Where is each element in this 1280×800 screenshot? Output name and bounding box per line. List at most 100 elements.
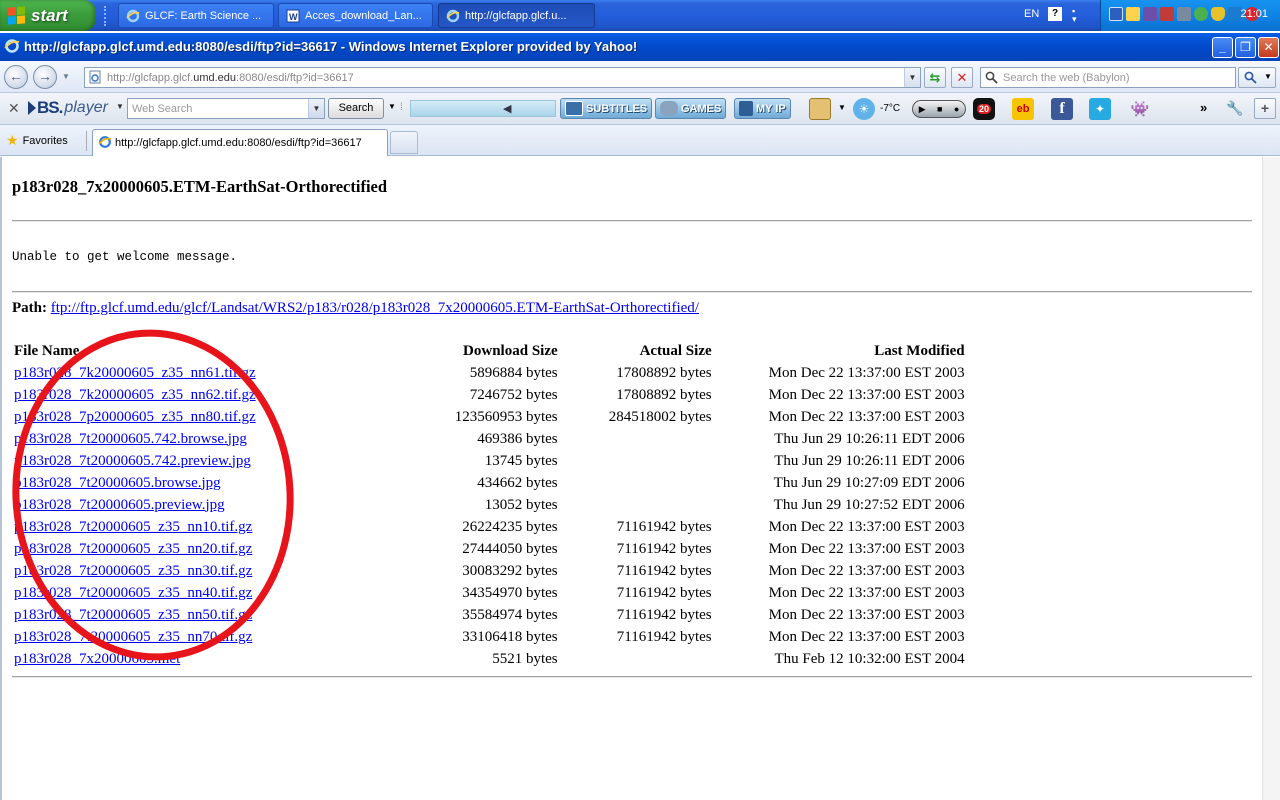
address-url: http://glcfapp.glcf.umd.edu:8080/esdi/ft… [107,72,354,84]
tray-app-icon[interactable] [1160,7,1174,21]
tray-app-icon[interactable] [1177,7,1191,21]
tray-app-icon[interactable] [1143,7,1157,21]
media-controls[interactable]: ▶ ■ ● [912,100,966,118]
window-titlebar: http://glcfapp.glcf.umd.edu:8080/esdi/ft… [0,33,1280,61]
close-button[interactable]: ✕ [1258,37,1279,58]
subtitles-button[interactable]: SUBTITLES [560,98,653,119]
file-link[interactable]: p183r028_7t20000605_z35_nn50.tif.gz [14,607,252,623]
gamepad-icon [660,101,678,116]
address-field[interactable]: http://glcfapp.glcf.umd.edu:8080/esdi/ft… [84,67,921,88]
forward-button[interactable]: → [33,65,57,89]
security-warning-icon[interactable] [1126,7,1140,21]
actual-size-cell: 71161942 bytes [616,518,712,535]
column-header-download-size: Download Size [463,342,558,359]
actual-size-cell: 71161942 bytes [616,540,712,557]
back-button[interactable]: ← [4,65,28,89]
language-indicator[interactable]: EN [1024,8,1039,20]
chevron-down-icon[interactable]: ▼ [116,102,124,111]
notifications-icon[interactable]: 20 [973,98,995,120]
start-label: start [31,5,68,25]
record-icon[interactable]: ● [954,104,959,114]
chevron-down-icon[interactable]: ▼ [388,102,396,111]
download-size-cell: 13052 bytes [484,496,558,513]
web-search-input[interactable]: Search the web (Babylon) [980,67,1236,88]
file-link[interactable]: p183r028_7t20000605.742.browse.jpg [14,431,247,447]
chevron-down-icon: ▼ [1264,72,1272,81]
stop-icon[interactable]: ■ [937,104,942,114]
start-button[interactable]: start [0,0,96,31]
browser-tab-active[interactable]: http://glcfapp.glcf.umd.edu:8080/esdi/ft… [92,129,388,156]
taskbar-task-glcf[interactable]: GLCF: Earth Science ... [118,3,274,28]
page-content: p183r028_7x20000605.ETM-EarthSat-Orthore… [0,157,1262,800]
download-size-cell: 5521 bytes [492,650,558,667]
facebook-icon[interactable]: f [1051,98,1073,120]
path-link[interactable]: ftp://ftp.glcf.umd.edu/glcf/Landsat/WRS2… [51,300,699,316]
actual-size-cell: 284518002 bytes [608,408,712,425]
vertical-scrollbar[interactable] [1262,157,1280,800]
search-go-button[interactable]: ▼ [1238,67,1276,88]
games-button[interactable]: GAMES [655,98,727,119]
last-modified-cell: Mon Dec 22 13:37:00 EST 2003 [768,606,965,623]
file-link[interactable]: p183r028_7t20000605_z35_nn20.tif.gz [14,541,252,557]
space-invader-icon[interactable]: 👾 [1129,98,1151,120]
file-link[interactable]: p183r028_7k20000605_z35_nn61.tif.gz [14,365,256,381]
weather-icon[interactable]: ☀ [853,98,875,120]
actual-size-cell: 71161942 bytes [616,606,712,623]
stop-button[interactable]: ✕ [951,67,973,88]
file-link[interactable]: p183r028_7t20000605_z35_nn30.tif.gz [14,563,252,579]
more-tools-chevron-icon[interactable]: » [1200,100,1207,115]
file-link[interactable]: p183r028_7t20000605_z35_nn70.tif.gz [14,629,252,645]
bsplayer-logo[interactable]: BS. player [28,97,108,119]
language-bar-options-icon[interactable]: ▪ ▾ [1072,7,1077,24]
subtitles-label: SUBTITLES [586,102,648,115]
download-size-cell: 35584974 bytes [462,606,558,623]
download-size-cell: 5896884 bytes [469,364,558,381]
taskbar-task-ie-active[interactable]: http://glcfapp.glcf.u... [438,3,595,28]
ebay-icon[interactable]: eb [1012,98,1034,120]
close-toolbar-icon[interactable]: ✕ [8,100,20,117]
media-player-bar[interactable]: ◀ [410,100,556,117]
toolbar-search-dropdown[interactable]: ▼ [308,99,324,118]
toolbar-search-input[interactable]: Web Search ▼ [127,98,325,119]
toolbar-search-button[interactable]: Search [328,98,384,119]
address-dropdown[interactable]: ▼ [904,68,920,87]
new-tab-button[interactable] [390,131,418,154]
file-link[interactable]: p183r028_7t20000605_z35_nn40.tif.gz [14,585,252,601]
minimize-button[interactable]: _ [1212,37,1233,58]
recent-pages-dropdown[interactable]: ▼ [62,72,70,81]
clock[interactable]: 21:01 [1240,8,1268,20]
column-header-actual-size: Actual Size [639,342,712,359]
table-row: p183r028_7t20000605.742.preview.jpg 13745… [12,450,965,472]
taskbar-task-word[interactable]: W Acces_download_Lan... [278,3,433,28]
wrench-icon[interactable]: 🔧 [1226,100,1243,117]
my-ip-label: MY IP [756,102,786,115]
tab-title: http://glcfapp.glcf.umd.edu:8080/esdi/ft… [115,137,362,149]
ie-icon [98,135,112,152]
file-link[interactable]: p183r028_7x20000605.met [14,651,180,667]
file-name-cell: p183r028_7t20000605_z35_nn30.tif.gz [12,560,256,582]
column-header-file-name: File Name [14,342,80,359]
last-modified-cell: Mon Dec 22 13:37:00 EST 2003 [768,562,965,579]
network-icon[interactable] [1109,7,1123,21]
tray-app-icon[interactable] [1194,7,1208,21]
file-link[interactable]: p183r028_7t20000605.browse.jpg [14,475,221,491]
restore-button[interactable]: ❐ [1235,37,1256,58]
help-icon[interactable]: ? [1048,7,1062,21]
file-name-cell: p183r028_7t20000605.742.preview.jpg [12,450,256,472]
file-link[interactable]: p183r028_7k20000605_z35_nn62.tif.gz [14,387,256,403]
last-modified-cell: Mon Dec 22 13:37:00 EST 2003 [768,386,965,403]
refresh-button[interactable]: ⇆ [924,67,946,88]
play-icon[interactable]: ▶ [919,104,926,115]
chevron-down-icon[interactable]: ▼ [838,103,846,112]
file-link[interactable]: p183r028_7t20000605.742.preview.jpg [14,453,251,469]
my-ip-button[interactable]: MY IP [734,98,791,119]
favorites-button[interactable]: ★ Favorites [6,132,68,149]
speaker-icon[interactable]: ◀ [503,102,511,115]
twitter-icon[interactable]: ✦ [1089,98,1111,120]
file-link[interactable]: p183r028_7t20000605.preview.jpg [14,497,225,513]
file-link[interactable]: p183r028_7p20000605_z35_nn80.tif.gz [14,409,256,425]
toolbar-app-icon[interactable] [809,98,831,120]
file-link[interactable]: p183r028_7t20000605_z35_nn10.tif.gz [14,519,252,535]
add-toolbar-button[interactable]: + [1254,98,1276,119]
shield-icon[interactable] [1211,7,1225,21]
